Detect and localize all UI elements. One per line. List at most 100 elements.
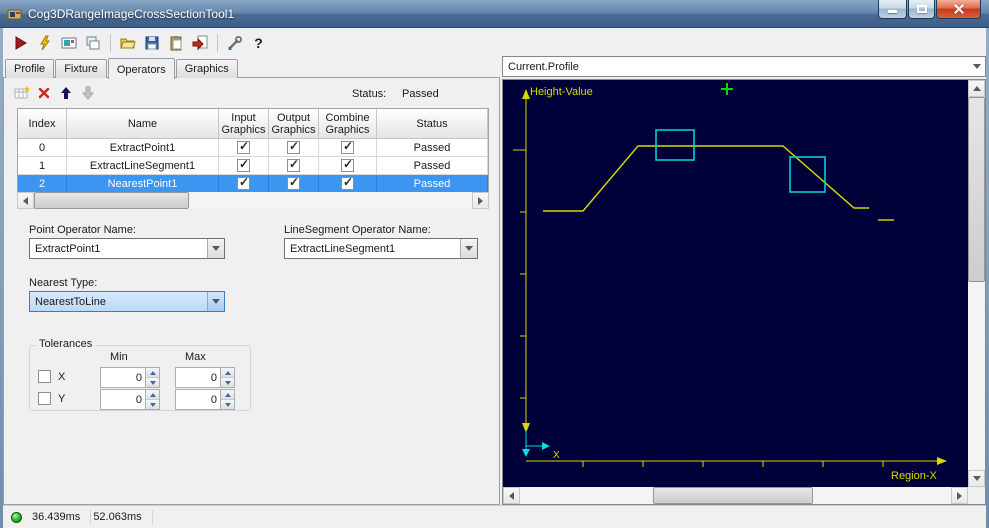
combine-graphics-checkbox[interactable] <box>341 157 354 172</box>
spin-up-button[interactable] <box>146 390 159 400</box>
profile-plot-canvas[interactable]: Height-Value Region-X X <box>503 80 968 487</box>
tab-graphics[interactable]: Graphics <box>175 59 238 78</box>
output-graphics-checkbox[interactable] <box>287 139 300 154</box>
spinner-value[interactable]: 0 <box>176 368 220 387</box>
column-header-name[interactable]: Name <box>67 109 219 139</box>
tab-profile[interactable]: Profile <box>5 59 55 78</box>
cell-name: NearestPoint1 <box>67 175 219 193</box>
column-header-status[interactable]: Status <box>377 109 488 139</box>
tolerances-groupbox: Tolerances Min Max X 0 0 Y 0 0 <box>29 338 251 411</box>
plot-horizontal-scrollbar[interactable] <box>503 487 968 504</box>
save-button[interactable] <box>140 31 163 54</box>
input-graphics-checkbox[interactable] <box>237 139 250 154</box>
tab-operators[interactable]: Operators <box>107 58 175 79</box>
output-graphics-checkbox[interactable] <box>287 157 300 172</box>
combine-graphics-checkbox[interactable] <box>341 139 354 154</box>
close-button[interactable] <box>936 0 981 19</box>
x-tolerance-checkbox[interactable] <box>38 370 51 383</box>
import-icon <box>192 35 207 50</box>
paste-button[interactable] <box>164 31 187 54</box>
scroll-left-button[interactable] <box>17 192 34 209</box>
table-row[interactable]: 0 ExtractPoint1 Passed <box>18 139 488 157</box>
status-label: Status: <box>352 88 387 100</box>
execution-time-2: 52.063ms <box>91 509 153 525</box>
spinner-value[interactable]: 0 <box>176 390 220 409</box>
output-graphics-checkbox[interactable] <box>287 175 300 190</box>
titlebar[interactable]: Cog3DRangeImageCrossSectionTool1 <box>0 0 989 28</box>
scrollbar-thumb[interactable] <box>653 487 813 504</box>
scroll-right-button[interactable] <box>951 487 968 504</box>
scroll-right-button[interactable] <box>472 192 489 209</box>
cell-index: 2 <box>18 175 67 193</box>
chevron-down-icon[interactable] <box>207 239 224 258</box>
down-arrow-icon <box>972 476 981 481</box>
spinner-value[interactable]: 0 <box>101 390 145 409</box>
help-button[interactable]: ? <box>247 31 270 54</box>
point-operator-combobox[interactable]: ExtractPoint1 <box>29 238 225 259</box>
plot-vertical-scrollbar[interactable] <box>968 80 985 487</box>
combine-graphics-checkbox[interactable] <box>341 175 354 190</box>
scrollbar-thumb[interactable] <box>34 192 189 209</box>
minimize-button[interactable] <box>878 0 907 19</box>
new-window-button[interactable] <box>81 31 104 54</box>
arrow-down-icon <box>81 86 95 100</box>
input-graphics-checkbox[interactable] <box>237 157 250 172</box>
spin-down-button[interactable] <box>146 378 159 387</box>
import-button[interactable] <box>188 31 211 54</box>
table-row[interactable]: 2 NearestPoint1 Passed <box>18 175 488 193</box>
spin-up-button[interactable] <box>221 390 234 400</box>
wrench-icon <box>228 35 242 50</box>
window-icon[interactable] <box>7 6 23 22</box>
scroll-left-button[interactable] <box>503 487 520 504</box>
linesegment-operator-combobox[interactable]: ExtractLineSegment1 <box>284 238 478 259</box>
column-header-input-graphics[interactable]: Input Graphics <box>219 109 269 139</box>
setup-button[interactable] <box>223 31 246 54</box>
add-operator-button[interactable] <box>12 83 32 103</box>
column-header-output-graphics[interactable]: Output Graphics <box>269 109 319 139</box>
nearest-type-combobox[interactable]: NearestToLine <box>29 291 225 312</box>
electric-run-button[interactable] <box>33 31 56 54</box>
scroll-up-button[interactable] <box>968 80 985 97</box>
y-min-spinner[interactable]: 0 <box>100 389 160 410</box>
chevron-down-icon[interactable] <box>460 239 477 258</box>
column-header-index[interactable]: Index <box>18 109 67 139</box>
spin-down-button[interactable] <box>221 378 234 387</box>
input-graphics-checkbox[interactable] <box>237 175 250 190</box>
spin-down-button[interactable] <box>221 400 234 409</box>
up-arrow-icon <box>972 86 981 91</box>
delete-operator-button[interactable] <box>34 83 54 103</box>
y-tolerance-label: Y <box>58 393 66 405</box>
run-button[interactable] <box>9 31 32 54</box>
chevron-down-icon[interactable] <box>968 57 985 76</box>
left-arrow-icon <box>23 196 28 205</box>
spin-up-button[interactable] <box>221 368 234 378</box>
right-arrow-icon <box>957 491 962 500</box>
open-button[interactable] <box>116 31 139 54</box>
tab-fixture[interactable]: Fixture <box>55 59 107 78</box>
chevron-down-icon[interactable] <box>207 292 224 311</box>
delete-x-icon <box>38 87 50 99</box>
move-up-button[interactable] <box>56 83 76 103</box>
y-max-spinner[interactable]: 0 <box>175 389 235 410</box>
min-column-header: Min <box>110 351 128 363</box>
move-down-button[interactable] <box>78 83 98 103</box>
cell-index: 1 <box>18 157 67 175</box>
table-row[interactable]: 1 ExtractLineSegment1 Passed <box>18 157 488 175</box>
image-display-button[interactable] <box>57 31 80 54</box>
profile-source-combobox[interactable]: Current.Profile <box>502 56 986 77</box>
linesegment-operator-label: LineSegment Operator Name: <box>284 224 431 236</box>
help-icon: ? <box>254 34 263 51</box>
scroll-down-button[interactable] <box>968 470 985 487</box>
x-max-spinner[interactable]: 0 <box>175 367 235 388</box>
x-min-spinner[interactable]: 0 <box>100 367 160 388</box>
spin-up-button[interactable] <box>146 368 159 378</box>
operators-tabpage: Status: Passed Index Name Input Graphics… <box>3 77 500 505</box>
maximize-button[interactable] <box>908 0 935 19</box>
table-horizontal-scrollbar[interactable] <box>17 192 489 209</box>
spinner-buttons <box>220 390 234 409</box>
y-tolerance-checkbox[interactable] <box>38 392 51 405</box>
column-header-combine-graphics[interactable]: Combine Graphics <box>319 109 377 139</box>
spin-down-button[interactable] <box>146 400 159 409</box>
spinner-value[interactable]: 0 <box>101 368 145 387</box>
scrollbar-thumb[interactable] <box>968 97 985 282</box>
